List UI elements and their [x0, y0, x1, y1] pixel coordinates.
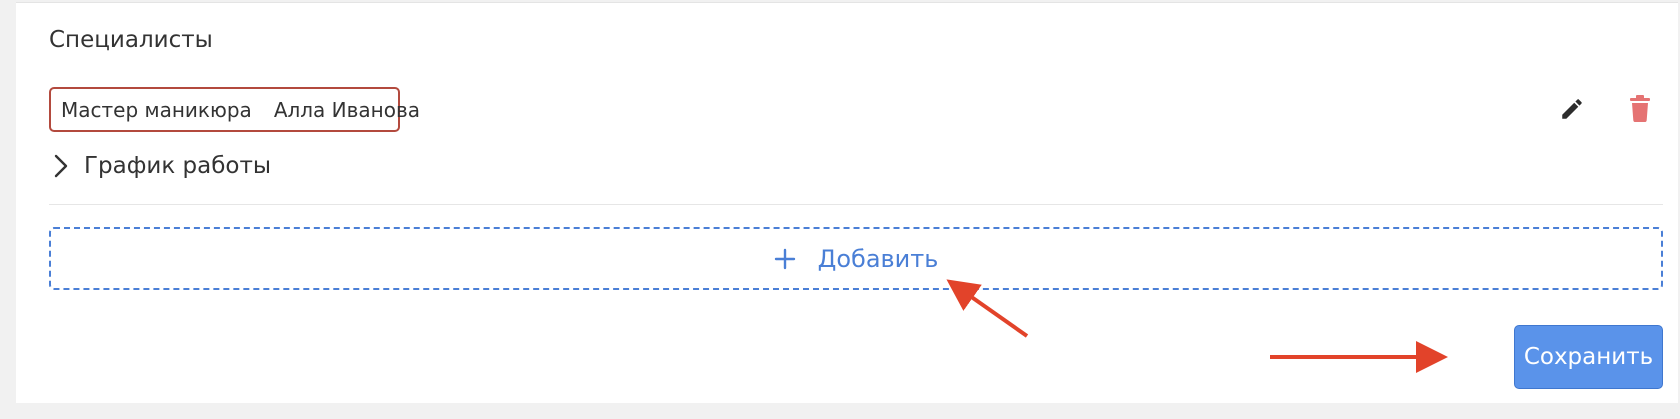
- add-button-label: Добавить: [817, 244, 939, 273]
- save-button[interactable]: Сохранить: [1514, 325, 1663, 389]
- plus-icon: [774, 248, 796, 270]
- section-title: Специалисты: [49, 27, 213, 53]
- trash-icon: [1630, 95, 1650, 123]
- specialists-card: Специалисты Мастер маникюра Алла Иванова…: [16, 2, 1678, 403]
- pencil-icon: [1562, 99, 1582, 119]
- specialist-name: Алла Иванова: [273, 97, 421, 122]
- specialist-item[interactable]: Мастер маникюра Алла Иванова: [49, 87, 420, 132]
- specialist-role: Мастер маникюра: [61, 97, 252, 122]
- divider: [49, 204, 1663, 205]
- chevron-right-icon: [54, 154, 68, 178]
- schedule-label: График работы: [84, 153, 272, 179]
- schedule-toggle[interactable]: График работы: [54, 148, 271, 184]
- edit-button[interactable]: [1558, 95, 1586, 123]
- add-button[interactable]: Добавить: [49, 227, 1663, 290]
- delete-button[interactable]: [1626, 95, 1654, 123]
